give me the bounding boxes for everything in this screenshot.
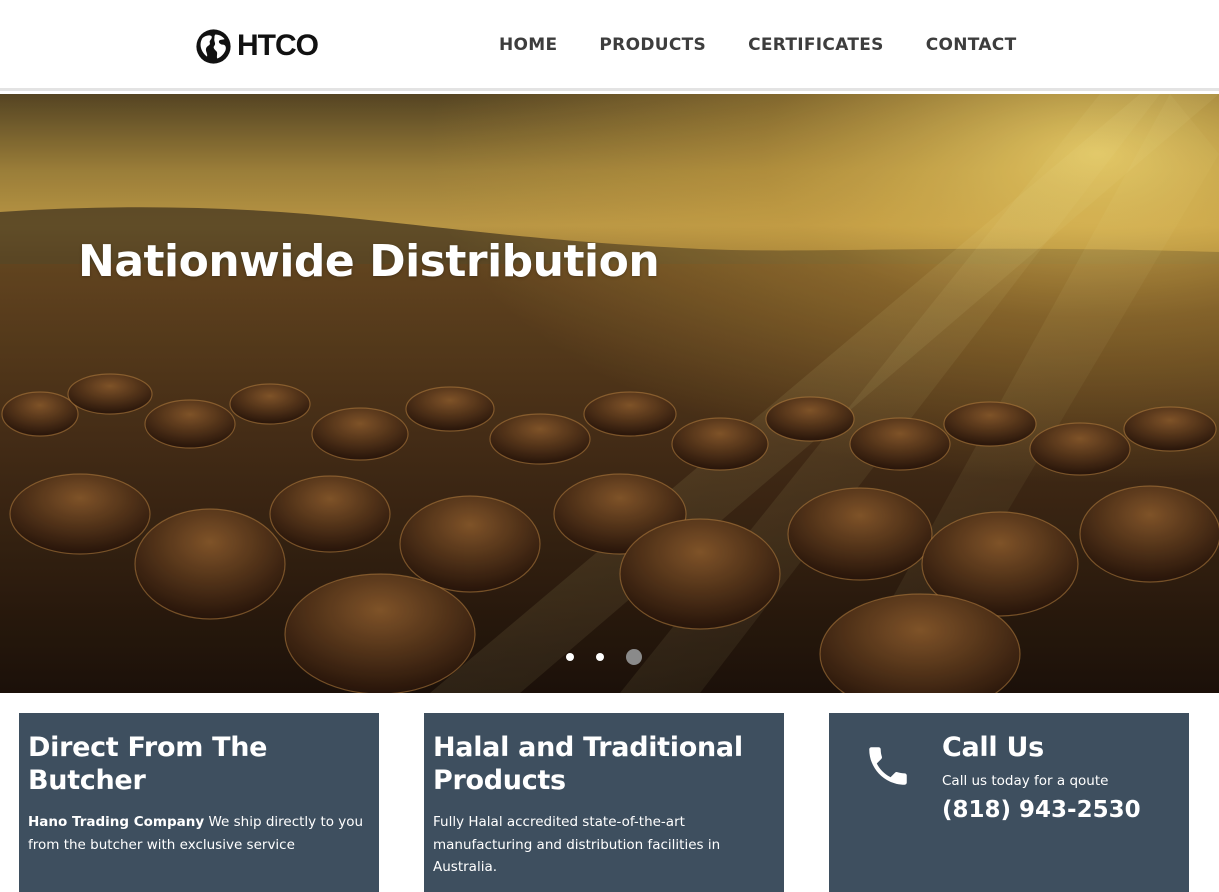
card-direct-butcher: Direct From The Butcher Hano Trading Com…	[19, 713, 379, 892]
hero-image-sheep-field	[0, 94, 1219, 693]
card-call-us: Call Us Call us today for a qoute (818) …	[829, 713, 1189, 892]
site-header: HTCO HOME PRODUCTS CERTIFICATES CONTACT	[0, 0, 1219, 91]
card-title: Call Us	[942, 732, 1044, 763]
card-title: Direct From The Butcher	[28, 732, 268, 796]
phone-number-link[interactable]: (818) 943-2530	[942, 796, 1182, 824]
nav-products[interactable]: PRODUCTS	[599, 35, 706, 56]
nav-contact[interactable]: CONTACT	[926, 35, 1017, 56]
hero-title: Nationwide Distribution	[78, 236, 660, 287]
slider-dot-1[interactable]	[566, 653, 574, 661]
hero-slider: Nationwide Distribution	[0, 94, 1219, 693]
nav-home[interactable]: HOME	[499, 35, 557, 56]
company-name: Hano Trading Company	[28, 814, 205, 830]
brand-name: HTCO	[237, 29, 319, 62]
slider-pagination	[566, 649, 642, 665]
site-logo[interactable]: HTCO	[195, 27, 319, 65]
phone-icon	[869, 747, 907, 785]
slider-dot-3[interactable]	[626, 649, 642, 665]
card-title: Halal and Traditional Products	[433, 732, 743, 796]
call-subtitle: Call us today for a qoute	[942, 773, 1109, 789]
card-halal-products: Halal and Traditional Products Fully Hal…	[424, 713, 784, 892]
card-text: Hano Trading Company We ship directly to…	[28, 811, 368, 856]
slider-dot-2[interactable]	[596, 653, 604, 661]
main-nav: HOME PRODUCTS CERTIFICATES CONTACT	[499, 35, 1016, 56]
globe-icon	[196, 28, 231, 64]
card-text: Fully Halal accredited state-of-the-art …	[433, 814, 721, 875]
nav-certificates[interactable]: CERTIFICATES	[748, 35, 884, 56]
